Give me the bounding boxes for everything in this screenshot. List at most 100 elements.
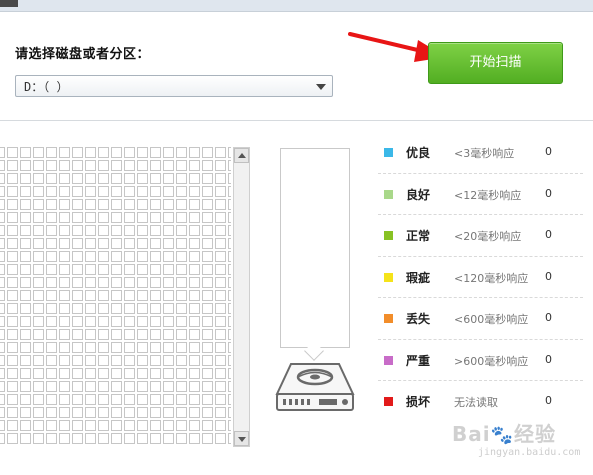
sector-cell <box>137 173 148 184</box>
sector-cell <box>33 264 44 275</box>
sector-cell <box>215 225 226 236</box>
sector-cell <box>189 160 200 171</box>
sector-cell <box>176 381 187 392</box>
sector-cell <box>137 329 148 340</box>
sector-cell <box>124 225 135 236</box>
sector-cell <box>215 186 226 197</box>
sector-cell <box>98 186 109 197</box>
sector-cell <box>111 355 122 366</box>
sector-cell <box>85 186 96 197</box>
sector-cell <box>189 433 200 444</box>
sector-cell <box>111 173 122 184</box>
sector-cell <box>46 303 57 314</box>
sector-cell <box>85 199 96 210</box>
sector-cell <box>98 277 109 288</box>
sector-cell <box>189 186 200 197</box>
sector-cell <box>124 368 135 379</box>
sector-cell <box>46 433 57 444</box>
disk-icon <box>275 363 355 411</box>
legend-swatch <box>384 231 393 240</box>
sector-cell <box>0 264 5 275</box>
partition-label: 请选择磁盘或者分区： <box>15 47 151 62</box>
sector-cell <box>215 407 226 418</box>
sector-cell <box>20 290 31 301</box>
sector-cell <box>0 290 5 301</box>
scroll-down-button[interactable] <box>234 431 249 446</box>
sector-cell <box>228 238 231 249</box>
sector-cell <box>124 147 135 158</box>
sector-cell <box>163 420 174 431</box>
sector-cell <box>124 407 135 418</box>
sector-cell <box>111 277 122 288</box>
sector-cell <box>98 147 109 158</box>
sector-cell <box>85 173 96 184</box>
sector-cell <box>59 264 70 275</box>
sector-cell <box>215 238 226 249</box>
sector-cell <box>202 420 213 431</box>
sector-cell <box>150 381 161 392</box>
sector-cell <box>46 225 57 236</box>
sector-cell <box>137 407 148 418</box>
sector-cell <box>215 160 226 171</box>
sector-cell <box>59 394 70 405</box>
sector-cell <box>176 303 187 314</box>
sector-cell <box>163 381 174 392</box>
sector-cell <box>7 238 18 249</box>
legend-desc: 无法读取 <box>454 396 498 409</box>
sector-cell <box>124 420 135 431</box>
sector-cell <box>228 290 231 301</box>
sector-cell <box>72 290 83 301</box>
sector-cell <box>189 199 200 210</box>
drive-select[interactable]: D：（ ） <box>15 75 333 97</box>
sector-cell <box>189 173 200 184</box>
start-scan-button[interactable]: 开始扫描 <box>428 42 563 84</box>
sector-cell <box>46 290 57 301</box>
sector-cell <box>189 316 200 327</box>
sector-cell <box>202 238 213 249</box>
sector-cell <box>98 212 109 223</box>
sector-cell <box>163 329 174 340</box>
sector-cell <box>98 433 109 444</box>
sector-cell <box>228 147 231 158</box>
sector-cell <box>33 186 44 197</box>
sector-cell <box>137 238 148 249</box>
sector-cell <box>46 342 57 353</box>
sector-cell <box>98 329 109 340</box>
sector-cell <box>7 251 18 262</box>
sector-cell <box>150 264 161 275</box>
grid-scrollbar[interactable] <box>233 147 250 447</box>
sector-cell <box>189 342 200 353</box>
sector-cell <box>98 225 109 236</box>
sector-cell <box>33 277 44 288</box>
sector-cell <box>7 368 18 379</box>
sector-cell <box>20 173 31 184</box>
sector-cell <box>150 329 161 340</box>
sector-cell <box>111 342 122 353</box>
sector-cell <box>33 212 44 223</box>
sector-cell <box>124 355 135 366</box>
sector-cell <box>72 394 83 405</box>
sector-cell <box>163 394 174 405</box>
sector-cell <box>176 160 187 171</box>
scroll-up-button[interactable] <box>234 148 249 163</box>
sector-cell <box>33 160 44 171</box>
sector-cell <box>59 147 70 158</box>
sector-cell <box>98 238 109 249</box>
sector-cell <box>98 420 109 431</box>
sector-cell <box>202 329 213 340</box>
sector-cell <box>202 407 213 418</box>
sector-cell <box>85 355 96 366</box>
sector-cell <box>20 147 31 158</box>
sector-cell <box>202 199 213 210</box>
chevron-down-icon[interactable] <box>316 84 326 90</box>
sector-cell <box>176 251 187 262</box>
sector-cell <box>189 251 200 262</box>
sector-cell <box>176 264 187 275</box>
sector-cell <box>98 251 109 262</box>
sector-cell <box>137 342 148 353</box>
sector-cell <box>46 381 57 392</box>
sector-cell <box>7 186 18 197</box>
sector-cell <box>215 173 226 184</box>
sector-cell <box>124 316 135 327</box>
legend-row: 正常 <20毫秒响应 0 <box>378 215 583 257</box>
